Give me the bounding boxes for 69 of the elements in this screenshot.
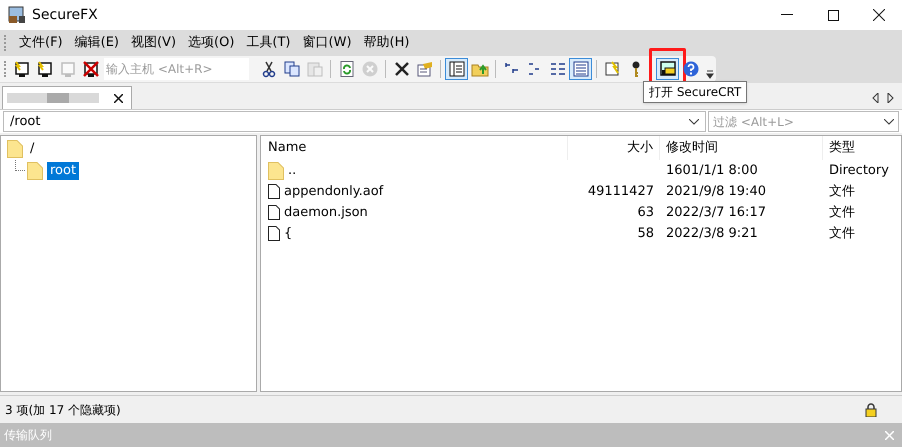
file-icon (268, 205, 280, 220)
file-type: 文件 (829, 204, 855, 220)
close-icon (392, 60, 410, 78)
computer-icon (82, 60, 100, 78)
file-type: 文件 (829, 184, 855, 199)
window-title: SecureFX (32, 6, 98, 24)
folder-icon (7, 140, 23, 158)
minimize-icon (781, 14, 793, 16)
computer-icon (36, 60, 54, 78)
file-type: Directory (829, 162, 889, 178)
file-type: 文件 (829, 226, 855, 241)
terminal-icon (658, 60, 676, 78)
menu-item[interactable]: 视图(V) (124, 32, 182, 52)
file-name[interactable]: appendonly.aof (284, 182, 384, 202)
close-icon (873, 9, 885, 21)
maximize-icon (828, 10, 838, 20)
file-size: 58 (637, 224, 654, 243)
toolbar-button[interactable] (445, 58, 468, 80)
host-field[interactable]: 输入主机 <Alt+R> (104, 58, 249, 80)
column-header[interactable]: 类型 (823, 136, 901, 160)
file-icon (268, 226, 280, 241)
file-size: 63 (637, 204, 654, 222)
scroll-right-icon[interactable] (887, 93, 894, 103)
properties-icon (416, 60, 434, 78)
app-icon (8, 6, 26, 24)
modified-time: 2021/9/8 19:40 (666, 184, 766, 199)
menu-item[interactable]: 工具(T) (240, 32, 297, 52)
menu-item[interactable]: 帮助(H) (358, 32, 416, 52)
chevron-down-icon (689, 118, 699, 124)
modified-time: 2022/3/7 16:17 (666, 204, 766, 220)
column-header[interactable]: Name (261, 136, 568, 160)
stop-icon (360, 60, 378, 78)
computer-icon (12, 60, 30, 78)
tree-item[interactable]: root (47, 162, 80, 180)
toolbar-button[interactable] (656, 58, 679, 80)
panel-title: 传输队列 (4, 427, 52, 444)
copy-icon (282, 60, 300, 78)
column-header[interactable]: 大小 (568, 136, 660, 160)
scroll-left-icon[interactable] (872, 93, 879, 103)
tooltip: 打开 SecureCRT (643, 81, 748, 103)
clipboard-icon (306, 60, 324, 78)
modified-time: 2022/3/8 9:21 (666, 226, 758, 241)
toolbar-button[interactable] (569, 58, 592, 80)
file-name[interactable]: daemon.json (284, 202, 368, 222)
menu-item[interactable]: 编辑(E) (68, 32, 125, 52)
computer-icon (58, 60, 76, 78)
file-name[interactable]: { (284, 224, 292, 244)
overflow-icon (706, 69, 714, 79)
menu-item[interactable]: 选项(O) (182, 32, 240, 52)
column-header[interactable]: 修改时间 (660, 136, 823, 160)
path-field[interactable]: /root (3, 111, 706, 132)
lock-icon (865, 402, 877, 416)
folder-icon (268, 162, 284, 180)
options-icon (604, 60, 622, 78)
details-icon (572, 60, 590, 78)
modified-time: 1601/1/1 8:00 (666, 162, 758, 178)
menu-item[interactable]: 文件(F) (13, 32, 69, 52)
file-size: 49111427 (588, 182, 654, 201)
close-icon[interactable] (114, 94, 123, 102)
tree-item[interactable]: / (27, 140, 38, 158)
chevron-down-icon (884, 118, 894, 124)
file-name[interactable]: .. (288, 160, 296, 180)
folder-icon (27, 162, 43, 180)
menu-item[interactable]: 窗口(W) (296, 32, 358, 52)
panel-icon (448, 60, 466, 78)
status-text: 3 项(加 17 个隐藏项) (5, 402, 121, 418)
refresh-icon (338, 60, 356, 78)
file-icon (268, 184, 280, 199)
help-icon (682, 60, 700, 78)
